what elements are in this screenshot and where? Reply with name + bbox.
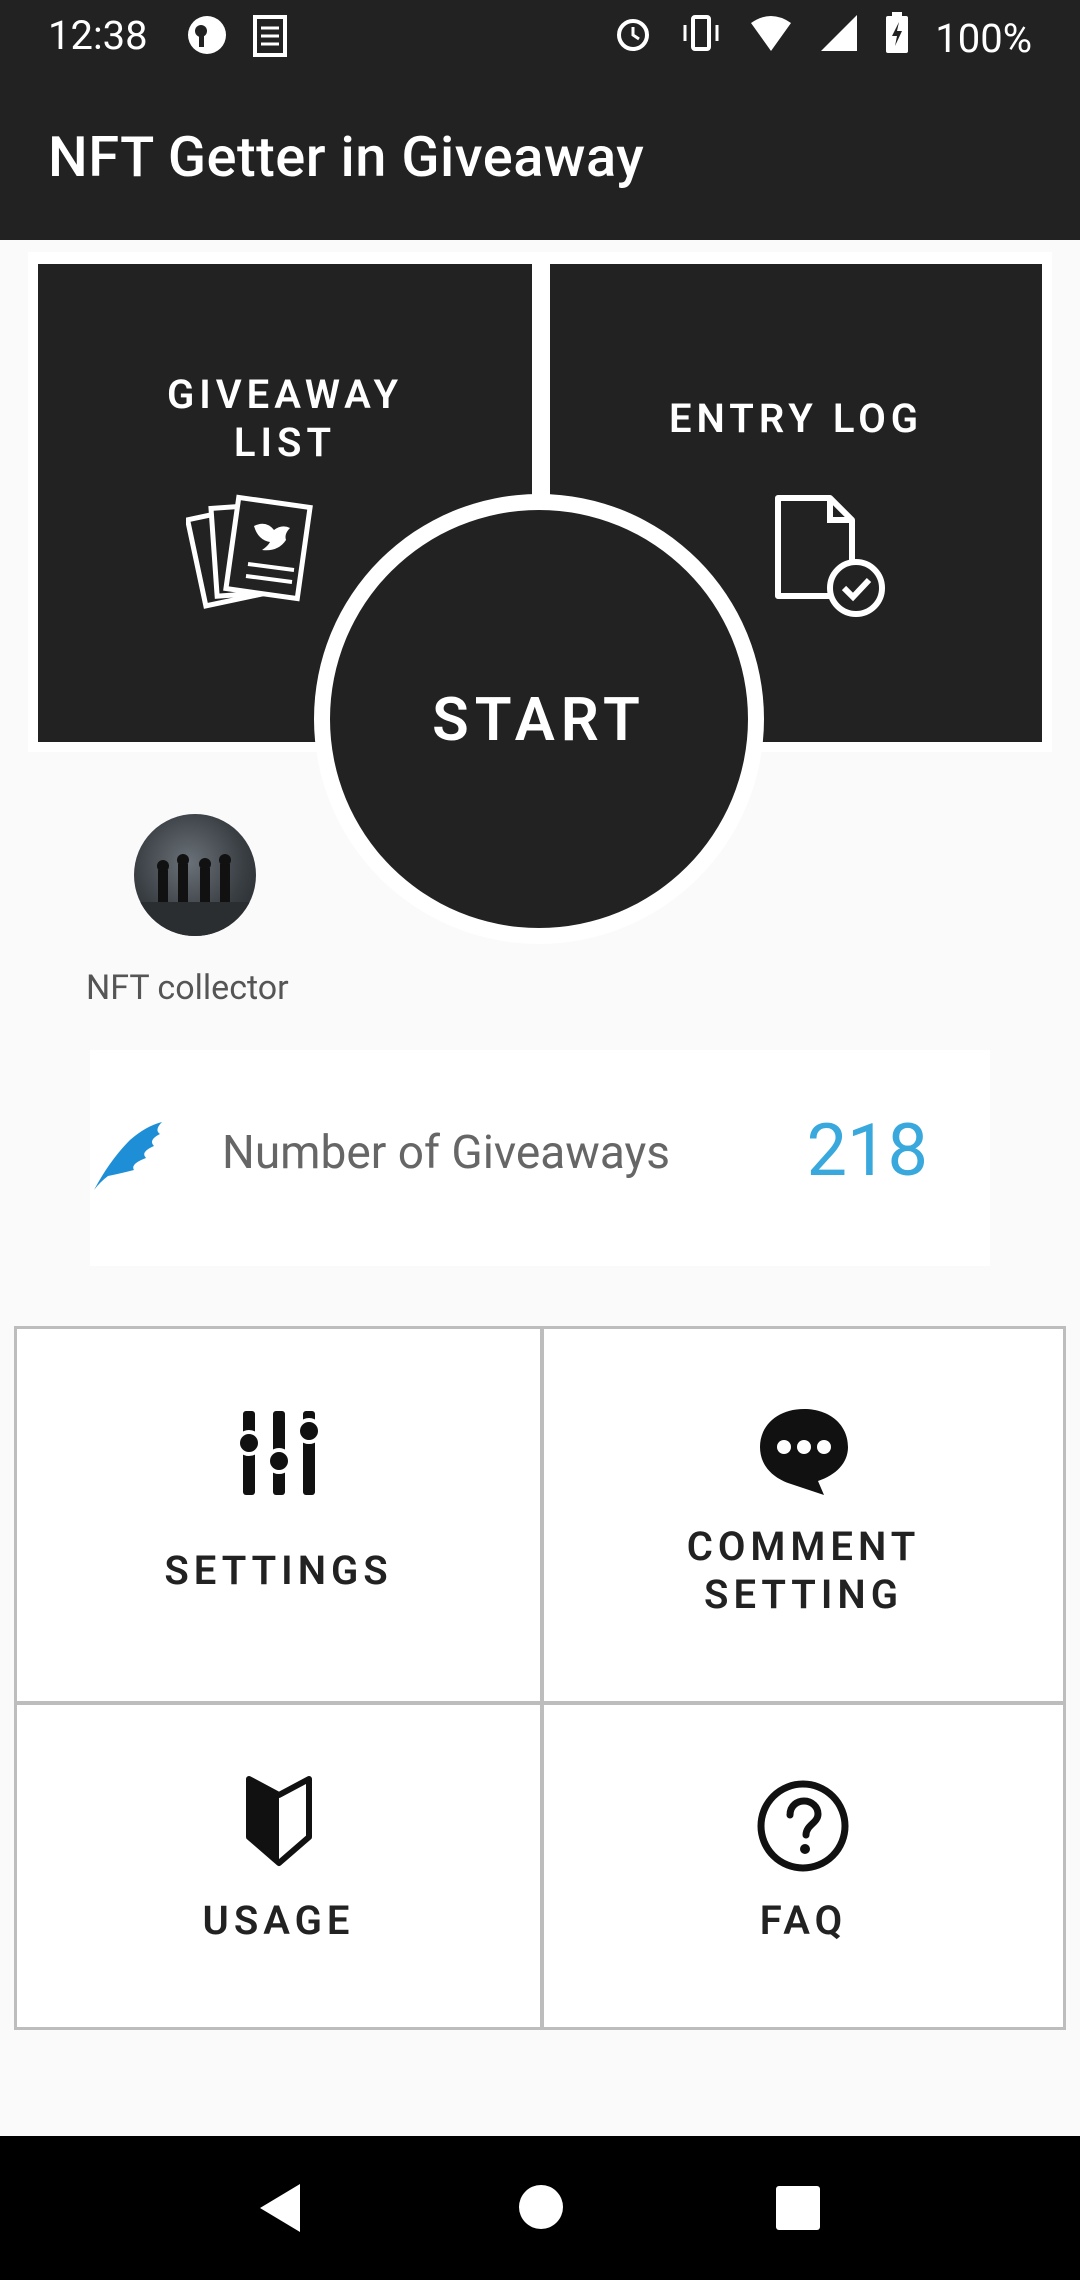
status-bar: 12:38 100% bbox=[0, 0, 1080, 72]
twitter-papers-icon bbox=[184, 494, 316, 618]
home-icon[interactable] bbox=[518, 2184, 564, 2234]
menu-grid: SETTINGS COMMENT SETTING USAGE FAQ bbox=[14, 1326, 1066, 2030]
faq-button[interactable]: FAQ bbox=[544, 1705, 1063, 2027]
usage-button[interactable]: USAGE bbox=[17, 1705, 540, 2027]
app-logo-icon bbox=[186, 14, 228, 68]
giveaway-list-label-line2: LIST bbox=[233, 419, 337, 466]
feather-icon bbox=[90, 1120, 166, 1196]
battery-percent: 100% bbox=[935, 14, 1032, 62]
status-time: 12:38 bbox=[48, 12, 148, 59]
navigation-bar bbox=[0, 2136, 1080, 2280]
chat-bubble-icon bbox=[756, 1405, 852, 1508]
grid-divider-horizontal bbox=[17, 1701, 1063, 1705]
vibrate-icon bbox=[679, 13, 723, 63]
usage-label: USAGE bbox=[202, 1897, 355, 1944]
comment-setting-label-line1: COMMENT bbox=[686, 1523, 921, 1570]
back-icon[interactable] bbox=[256, 2182, 302, 2238]
battery-charging-icon bbox=[885, 12, 909, 64]
beginner-mark-icon bbox=[245, 1775, 313, 1878]
recents-icon[interactable] bbox=[776, 2186, 820, 2234]
giveaway-list-label-line1: GIVEAWAY bbox=[166, 371, 404, 418]
alarm-icon bbox=[613, 13, 653, 63]
sliders-icon bbox=[235, 1411, 323, 1506]
profile-name: NFT collector bbox=[86, 968, 289, 1008]
comment-setting-label-line2: SETTING bbox=[704, 1571, 903, 1618]
comment-setting-button[interactable]: COMMENT SETTING bbox=[544, 1329, 1063, 1701]
question-circle-icon bbox=[756, 1779, 850, 1884]
settings-label: SETTINGS bbox=[164, 1547, 393, 1594]
app-bar: NFT Getter in Giveaway bbox=[0, 72, 1080, 240]
wifi-icon bbox=[749, 13, 793, 63]
signal-icon bbox=[819, 13, 859, 63]
start-button[interactable]: START bbox=[330, 510, 748, 928]
giveaway-count-card: Number of Giveaways 218 bbox=[90, 1050, 990, 1266]
avatar[interactable] bbox=[134, 814, 256, 936]
app-title: NFT Getter in Giveaway bbox=[48, 124, 645, 190]
grid-divider-vertical bbox=[540, 1329, 544, 2027]
faq-label: FAQ bbox=[759, 1897, 848, 1944]
entry-log-label: ENTRY LOG bbox=[668, 395, 924, 442]
notepad-icon bbox=[252, 14, 288, 68]
giveaway-count-value: 218 bbox=[806, 1108, 928, 1193]
giveaway-count-label: Number of Giveaways bbox=[222, 1126, 671, 1180]
settings-button[interactable]: SETTINGS bbox=[17, 1329, 540, 1701]
document-check-icon bbox=[772, 494, 892, 628]
